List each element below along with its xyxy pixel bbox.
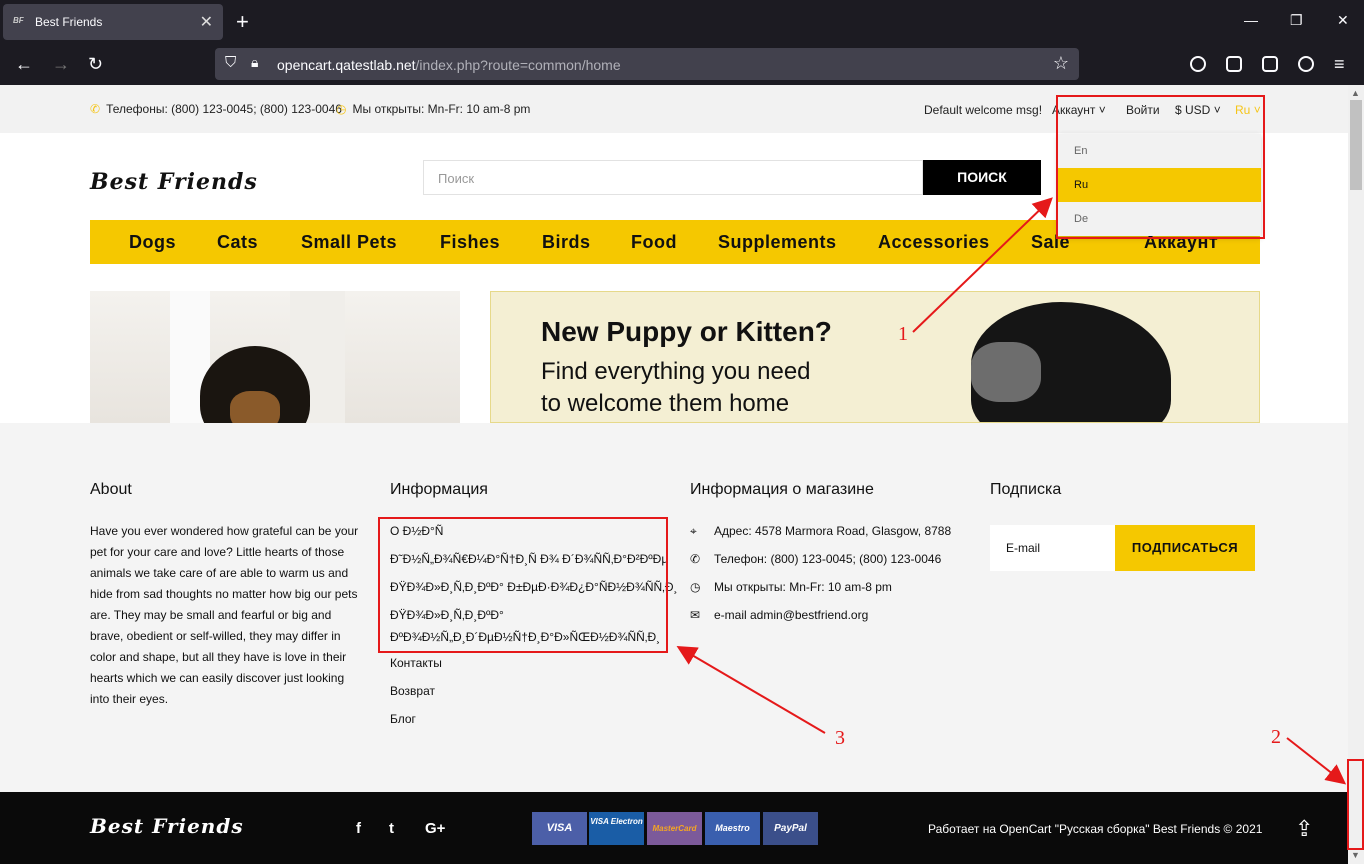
twitter-icon[interactable]: t	[389, 820, 394, 837]
dog-photo[interactable]	[90, 291, 460, 423]
menu-item-small-pets[interactable]: Small Pets	[301, 232, 397, 253]
nav-bar: ← → ↻ ⛉ 🔒︎ opencart.qatestlab.net/index.…	[0, 44, 1364, 85]
site-logo[interactable]: Best Friends	[90, 169, 258, 195]
minimize-icon[interactable]: —	[1244, 12, 1258, 28]
envelope-icon: ✉	[690, 608, 701, 622]
search-button[interactable]: ПОИСК	[923, 160, 1041, 195]
menu-item-birds[interactable]: Birds	[542, 232, 591, 253]
scrollbar-thumb[interactable]	[1350, 100, 1362, 190]
browser-chrome: BF Best Friends ✕ + — ❐ ✕ ← → ↻ ⛉ 🔒︎ ope…	[0, 0, 1364, 85]
tab-best-friends[interactable]: BF Best Friends ✕	[3, 4, 223, 40]
welcome-message: Default welcome msg!	[924, 103, 1043, 117]
store-email: ✉ e-mail admin@bestfriend.org	[690, 608, 869, 622]
menu-item-food[interactable]: Food	[631, 232, 677, 253]
banner-headline: New Puppy or Kitten?	[541, 316, 832, 347]
history-icon[interactable]	[1298, 56, 1314, 72]
powered-by-text: Работает на OpenCart "Русская сборка" Be…	[928, 822, 1263, 836]
restore-icon[interactable]: ❐	[1290, 12, 1303, 29]
tab-bar: BF Best Friends ✕ + — ❐ ✕	[0, 0, 1364, 44]
phones-info: ✆ Телефоны: (800) 123-0045; (800) 123-004…	[90, 102, 342, 116]
subscribe-button[interactable]: ПОДПИСАТЬСЯ	[1115, 525, 1255, 571]
location-pin-icon: ⌖	[690, 524, 697, 538]
store-hours: ◷ Мы открыты: Mn-Fr: 10 am-8 pm	[690, 580, 892, 594]
menu-item-dogs[interactable]: Dogs	[129, 232, 176, 253]
favicon-icon: BF	[13, 16, 24, 25]
close-tab-icon[interactable]: ✕	[200, 12, 213, 32]
scroll-up-icon[interactable]: ▲	[1351, 88, 1360, 98]
promo-banner[interactable]: New Puppy or Kitten? Find everything you…	[490, 291, 1260, 423]
new-tab-icon[interactable]: +	[236, 9, 249, 35]
dog-snout-shape	[230, 391, 280, 423]
clock-icon: ◷	[690, 580, 701, 594]
url-bar[interactable]: ⛉ 🔒︎ opencart.qatestlab.net/index.php?ro…	[215, 48, 1079, 80]
reload-icon[interactable]: ↻	[88, 54, 103, 75]
email-field[interactable]: E-mail	[990, 525, 1115, 571]
facebook-icon[interactable]: f	[356, 820, 361, 837]
shield-icon[interactable]: ⛉	[225, 54, 236, 71]
visa-icon: VISA	[532, 812, 587, 845]
store-phone: ✆ Телефон: (800) 123-0045; (800) 123-0046	[690, 552, 942, 566]
mastercard-icon: MasterCard	[647, 812, 702, 845]
tab-title: Best Friends	[35, 15, 103, 29]
pocket-icon[interactable]	[1190, 56, 1206, 72]
menu-icon[interactable]: ≡	[1334, 54, 1345, 75]
annotation-box-3	[378, 517, 668, 653]
visa-electron-icon: VISA Electron	[589, 812, 644, 845]
reader-icon[interactable]	[1226, 56, 1242, 72]
annotation-number-3: 3	[835, 727, 845, 749]
menu-item-supplements[interactable]: Supplements	[718, 232, 837, 253]
search-input[interactable]: Поиск	[423, 160, 923, 195]
subscribe-title: Подписка	[990, 481, 1062, 498]
forward-icon[interactable]: →	[52, 54, 70, 75]
google-plus-icon[interactable]: G+	[425, 820, 445, 837]
back-icon[interactable]: ←	[15, 54, 33, 75]
phone-icon: ✆	[690, 552, 701, 566]
clock-icon: ◷	[336, 102, 347, 116]
bookmark-star-icon[interactable]: ☆	[1053, 53, 1069, 74]
about-text: Have you ever wondered how grateful can …	[90, 524, 359, 706]
store-address: ⌖ Адрес: 4578 Marmora Road, Glasgow, 8788	[690, 524, 952, 538]
hours-info: ◷ Мы открыты: Mn-Fr: 10 am-8 pm	[336, 102, 531, 116]
menu-item-fishes[interactable]: Fishes	[440, 232, 500, 253]
banner-line-2: to welcome them home	[541, 390, 790, 417]
info-title: Информация	[390, 481, 488, 498]
url-text: opencart.qatestlab.net/index.php?route=c…	[277, 57, 621, 73]
annotation-number-1: 1	[898, 323, 908, 345]
extensions-icon[interactable]	[1262, 56, 1278, 72]
close-window-icon[interactable]: ✕	[1337, 12, 1349, 29]
info-link-returns[interactable]: Возврат	[390, 684, 435, 698]
footer-logo[interactable]: Best Friends	[90, 814, 244, 838]
info-link-blog[interactable]: Блог	[390, 712, 416, 726]
menu-item-accessories[interactable]: Accessories	[878, 232, 990, 253]
page-scrollbar[interactable]: ▲ ▼	[1348, 85, 1364, 864]
paypal-icon: PayPal	[763, 812, 818, 845]
phone-icon: ✆	[90, 102, 101, 116]
site-footer: About Информация Информация о магазине П…	[0, 423, 1348, 792]
store-title: Информация о магазине	[690, 481, 874, 498]
lock-icon[interactable]: 🔒︎	[251, 54, 258, 71]
menu-item-cats[interactable]: Cats	[217, 232, 258, 253]
annotation-number-2: 2	[1271, 726, 1281, 748]
scroll-down-icon[interactable]: ▼	[1351, 850, 1360, 860]
annotation-box-1	[1056, 95, 1265, 239]
info-link-contacts[interactable]: Контакты	[390, 656, 442, 670]
bottom-bar: Best Friends f t G+ VISA VISA Electron M…	[0, 792, 1348, 864]
scroll-top-icon[interactable]: ⇪	[1295, 816, 1313, 842]
dog-snout-shape	[971, 342, 1041, 402]
banner-line-1: Find everything you need	[541, 358, 811, 385]
annotation-box-2	[1347, 759, 1364, 850]
maestro-icon: Maestro	[705, 812, 760, 845]
about-title: About	[90, 481, 132, 498]
